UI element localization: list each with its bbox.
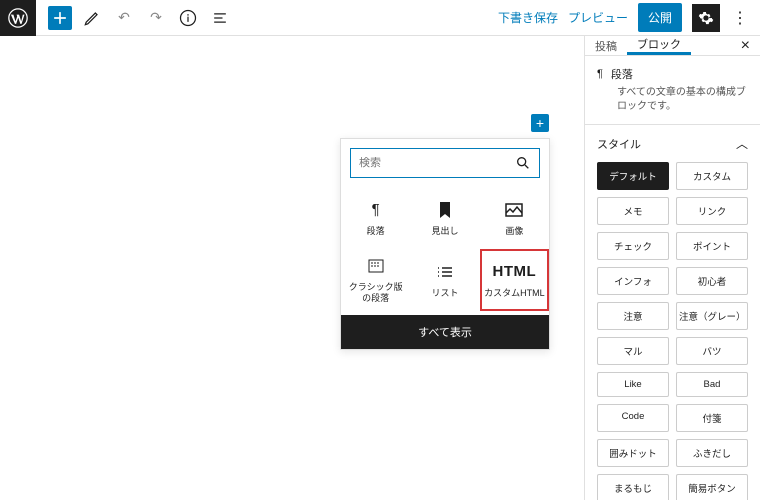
outline-button[interactable] [208, 6, 232, 30]
block-classic[interactable]: クラシック版の段落 [341, 249, 410, 311]
style-option[interactable]: 簡易ボタン [676, 474, 748, 500]
block-inserter-popover: ¶ 段落 見出し 画像 クラシック版の段落 リスト [340, 138, 550, 350]
settings-button[interactable] [692, 4, 720, 32]
block-paragraph[interactable]: ¶ 段落 [341, 187, 410, 249]
save-draft-link[interactable]: 下書き保存 [498, 9, 558, 26]
style-option[interactable]: Bad [676, 372, 748, 397]
block-heading[interactable]: 見出し [410, 187, 479, 249]
image-icon [505, 200, 523, 220]
style-option[interactable]: カスタム [676, 162, 748, 190]
style-option[interactable]: 囲みドット [597, 439, 669, 467]
style-option[interactable]: 注意 [597, 302, 669, 330]
style-option[interactable]: インフォ [597, 267, 669, 295]
add-block-button[interactable] [48, 6, 72, 30]
style-option[interactable]: Like [597, 372, 669, 397]
style-option[interactable]: リンク [676, 197, 748, 225]
style-option[interactable]: まるもじ [597, 474, 669, 500]
style-option[interactable]: ふきだし [676, 439, 748, 467]
paragraph-icon: ¶ [597, 68, 603, 80]
bookmark-icon [438, 200, 452, 220]
settings-sidebar: 投稿 ブロック × ¶ 段落 すべての文章の基本の構成ブロックです。 スタイル … [584, 36, 760, 500]
more-menu-button[interactable]: ⋮ [730, 8, 750, 28]
classic-icon [368, 256, 384, 276]
style-option[interactable]: メモ [597, 197, 669, 225]
search-field[interactable] [359, 157, 515, 169]
preview-link[interactable]: プレビュー [568, 9, 628, 26]
style-option[interactable]: バツ [676, 337, 748, 365]
style-option[interactable]: ポイント [676, 232, 748, 260]
edit-button[interactable] [80, 6, 104, 30]
block-custom-html[interactable]: HTML カスタムHTML [480, 249, 549, 311]
block-label: クラシック版の段落 [343, 282, 408, 304]
style-option[interactable]: 付箋 [676, 404, 748, 432]
block-label: カスタムHTML [482, 288, 547, 299]
html-icon: HTML [493, 262, 537, 282]
block-label: 画像 [503, 226, 525, 237]
block-label: リスト [429, 288, 460, 299]
chevron-up-icon: ︿ [736, 135, 748, 152]
wordpress-logo[interactable] [0, 0, 36, 36]
style-option[interactable]: マル [597, 337, 669, 365]
style-heading: スタイル [597, 136, 641, 152]
search-icon [515, 155, 531, 171]
publish-button[interactable]: 公開 [638, 3, 682, 32]
block-search-input[interactable] [350, 148, 540, 178]
block-name: 段落 [611, 66, 633, 82]
style-option[interactable]: デフォルト [597, 162, 669, 190]
tab-post[interactable]: 投稿 [585, 36, 627, 55]
block-label: 見出し [429, 226, 460, 237]
show-all-blocks-button[interactable]: すべて表示 [341, 315, 549, 349]
style-option[interactable]: 注意（グレー） [676, 302, 748, 330]
list-icon [437, 262, 453, 282]
editor-canvas[interactable]: + ¶ 段落 見出し 画像 [0, 36, 584, 500]
paragraph-icon: ¶ [372, 200, 380, 220]
tab-block[interactable]: ブロック [627, 36, 691, 55]
style-panel-toggle[interactable]: スタイル ︿ [585, 125, 760, 162]
undo-button[interactable]: ↶ [112, 6, 136, 30]
close-sidebar-button[interactable]: × [731, 37, 760, 55]
redo-button[interactable]: ↷ [144, 6, 168, 30]
block-list[interactable]: リスト [410, 249, 479, 311]
block-description: すべての文章の基本の構成ブロックです。 [597, 86, 748, 114]
style-option[interactable]: Code [597, 404, 669, 432]
block-image[interactable]: 画像 [480, 187, 549, 249]
inline-add-block-button[interactable]: + [531, 114, 549, 132]
style-option[interactable]: 初心者 [676, 267, 748, 295]
info-button[interactable] [176, 6, 200, 30]
block-label: 段落 [365, 226, 387, 237]
style-option[interactable]: チェック [597, 232, 669, 260]
